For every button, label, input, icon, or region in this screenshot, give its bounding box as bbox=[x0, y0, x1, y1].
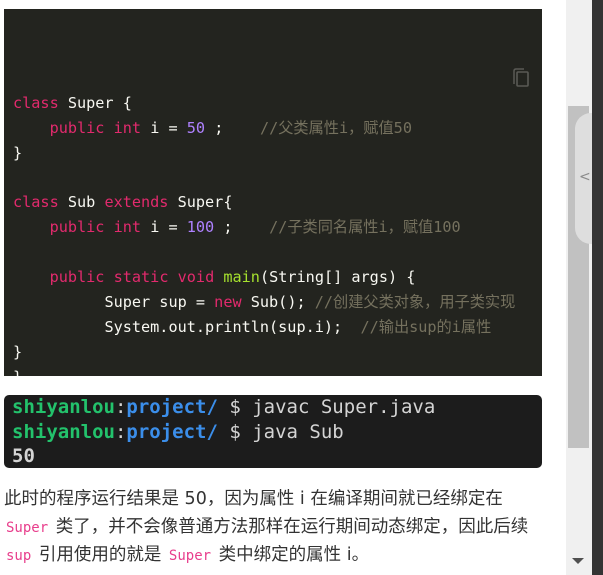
inline-code: Super bbox=[168, 548, 212, 564]
code-function: main bbox=[223, 268, 260, 287]
code-keyword: int bbox=[113, 218, 142, 237]
terminal-separator: : bbox=[114, 420, 127, 443]
code-text: i = bbox=[141, 218, 187, 237]
terminal-user: shiyanlou bbox=[12, 396, 115, 418]
code-text: System.out.println(sup.i); bbox=[13, 317, 361, 336]
code-comment: //输出sup的i属性 bbox=[360, 317, 492, 336]
terminal-line: shiyanlou:project/ $ javac Super.java bbox=[12, 395, 542, 420]
code-text: ; bbox=[214, 218, 270, 237]
code-text: i = bbox=[141, 118, 187, 137]
side-panel-toggle[interactable]: < bbox=[575, 113, 592, 244]
terminal-line: 50 bbox=[12, 444, 542, 468]
side-panel-edge bbox=[592, 0, 603, 575]
code-text: } bbox=[13, 342, 23, 361]
code-text: } bbox=[13, 143, 23, 162]
vertical-scrollbar[interactable] bbox=[566, 0, 592, 575]
code-text: } bbox=[13, 368, 22, 376]
terminal-path: project/ bbox=[126, 396, 218, 418]
terminal-output-image: shiyanlou:project/ $ javac Super.java shi… bbox=[4, 395, 542, 468]
code-line: } bbox=[13, 141, 542, 166]
terminal-path: project/ bbox=[126, 420, 218, 443]
code-text: Super{ bbox=[168, 193, 233, 212]
code-comment: //子类同名属性i，赋值100 bbox=[269, 218, 461, 237]
code-keyword: extends bbox=[104, 193, 169, 212]
code-keyword: new bbox=[214, 292, 242, 311]
code-keyword: class bbox=[13, 193, 59, 212]
paragraph-text: 类了，并不会像普通方法那样在运行期间动态绑定，因此后续 bbox=[50, 516, 529, 537]
code-keyword: public bbox=[49, 118, 105, 137]
paragraph-text: 类中绑定的属性 i。 bbox=[213, 545, 370, 565]
chevron-left-icon: < bbox=[579, 169, 591, 185]
code-line: } bbox=[13, 340, 542, 365]
code-keyword: static bbox=[113, 268, 169, 287]
explanation-paragraph: 此时的程序运行结果是 50，因为属性 i 在编译期间就已经绑定在 Super 类… bbox=[4, 486, 534, 571]
code-text: (String[] args) { bbox=[259, 268, 416, 287]
code-keyword: public bbox=[49, 218, 105, 237]
code-comment: //父类属性i，赋值50 bbox=[259, 118, 412, 137]
paragraph-text: 引用使用的就是 bbox=[33, 545, 167, 565]
paragraph-text: 此时的程序运行结果是 50，因为属性 i 在编译期间就已经绑定在 bbox=[4, 489, 503, 509]
code-line: public static void main(String[] args) { bbox=[13, 265, 542, 290]
terminal-command: $ java Sub bbox=[217, 420, 344, 443]
code-text: Super sup = bbox=[13, 292, 215, 311]
code-text: Sub(); bbox=[241, 292, 315, 311]
terminal-output: 50 bbox=[12, 445, 35, 467]
code-number: 50 bbox=[186, 118, 206, 137]
code-line: System.out.println(sup.i); //输出sup的i属性 bbox=[13, 315, 542, 340]
code-text: Sub bbox=[58, 193, 105, 212]
code-number: 100 bbox=[186, 218, 215, 237]
code-line: public int i = 100 ; //子类同名属性i，赋值100 bbox=[13, 215, 542, 240]
code-comment: //创建父类对象，用子类实现 bbox=[314, 292, 516, 311]
code-lines: class Super { public int i = 50 ; //父类属性… bbox=[13, 91, 542, 376]
code-line: } bbox=[13, 365, 542, 376]
code-keyword: int bbox=[113, 118, 142, 137]
terminal-separator: : bbox=[114, 396, 127, 418]
code-text: ; bbox=[205, 118, 260, 137]
code-keyword: void bbox=[177, 268, 215, 287]
inline-code: sup bbox=[6, 548, 32, 564]
code-text: Super { bbox=[58, 93, 132, 112]
code-line: Super sup = new Sub(); //创建父类对象，用子类实现 bbox=[13, 290, 542, 315]
terminal-user: shiyanlou bbox=[12, 420, 115, 443]
code-line: class Super { bbox=[13, 91, 542, 116]
code-keyword: public bbox=[49, 268, 105, 287]
scroll-down-arrow-icon[interactable] bbox=[572, 558, 584, 564]
copy-icon[interactable] bbox=[512, 18, 530, 87]
terminal-command: $ javac Super.java bbox=[217, 396, 436, 418]
code-line: public int i = 50 ; //父类属性i，赋值50 bbox=[13, 116, 542, 141]
inline-code: Super bbox=[6, 519, 49, 536]
article-content: class Super { public int i = 50 ; //父类属性… bbox=[0, 0, 566, 575]
code-block: class Super { public int i = 50 ; //父类属性… bbox=[4, 9, 542, 376]
terminal-line: shiyanlou:project/ $ java Sub bbox=[12, 420, 542, 445]
code-line: class Sub extends Super{ bbox=[13, 190, 542, 215]
code-keyword: class bbox=[13, 93, 59, 112]
